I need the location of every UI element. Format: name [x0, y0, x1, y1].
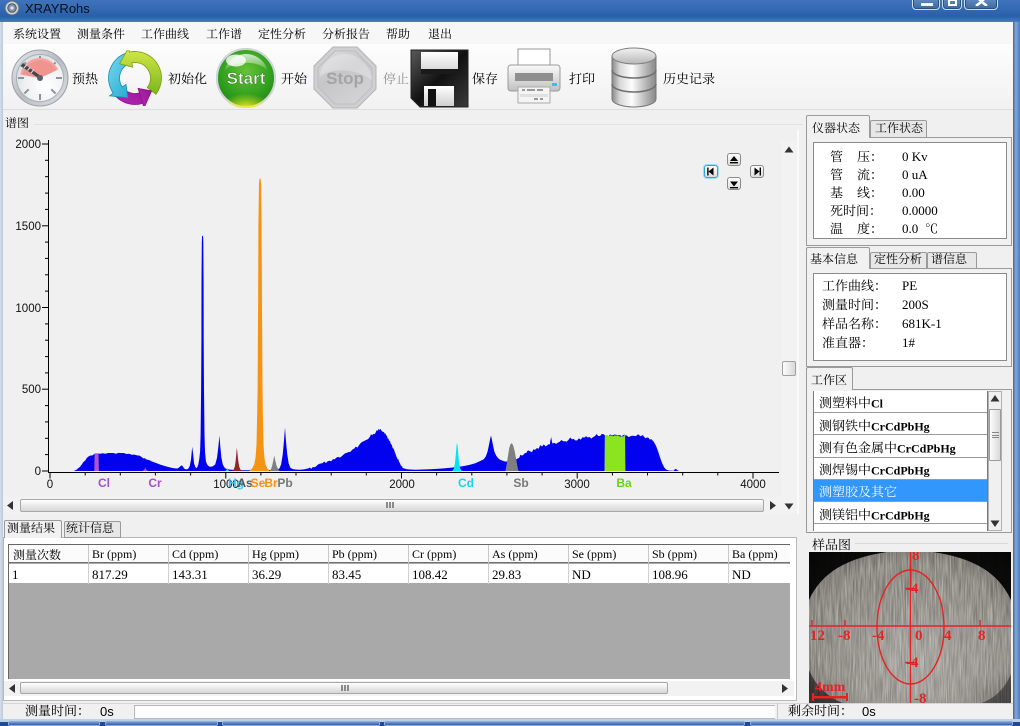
svg-text:8: 8 — [912, 552, 920, 564]
svg-text:8: 8 — [978, 628, 986, 644]
svg-text:12: 12 — [810, 628, 825, 644]
svg-text:-4: -4 — [906, 581, 919, 597]
svg-text:3000: 3000 — [564, 479, 590, 491]
svg-text:Cd: Cd — [458, 476, 474, 490]
svg-text:0: 0 — [915, 628, 923, 644]
svg-text:4mm: 4mm — [815, 680, 846, 695]
svg-text:Cr: Cr — [148, 476, 162, 490]
svg-text:1000: 1000 — [15, 303, 41, 315]
svg-text:-4: -4 — [906, 655, 919, 671]
svg-text:CrCdPbHg: CrCdPbHg — [871, 508, 930, 522]
svg-text:CrCdPbHg: CrCdPbHg — [871, 419, 930, 433]
svg-text:-8: -8 — [838, 628, 851, 644]
svg-text:2000: 2000 — [389, 479, 415, 491]
svg-text:Cl: Cl — [98, 476, 110, 490]
svg-text:Ba: Ba — [616, 476, 632, 490]
svg-text:CrCdPbHg: CrCdPbHg — [897, 441, 956, 455]
svg-text:Cl: Cl — [871, 396, 884, 410]
svg-text:Br: Br — [264, 476, 278, 490]
svg-text:4000: 4000 — [740, 479, 766, 491]
svg-text:0: 0 — [47, 479, 53, 491]
svg-text:500: 500 — [22, 384, 41, 396]
svg-text:1500: 1500 — [15, 221, 41, 233]
svg-text:Sb: Sb — [513, 476, 528, 490]
svg-text:0: 0 — [35, 466, 41, 478]
svg-text:4: 4 — [944, 628, 952, 644]
svg-text:2000: 2000 — [15, 139, 41, 151]
svg-text:CrCdPbHg: CrCdPbHg — [871, 463, 930, 477]
svg-text:Pb: Pb — [277, 476, 292, 490]
svg-text:-4: -4 — [872, 628, 885, 644]
